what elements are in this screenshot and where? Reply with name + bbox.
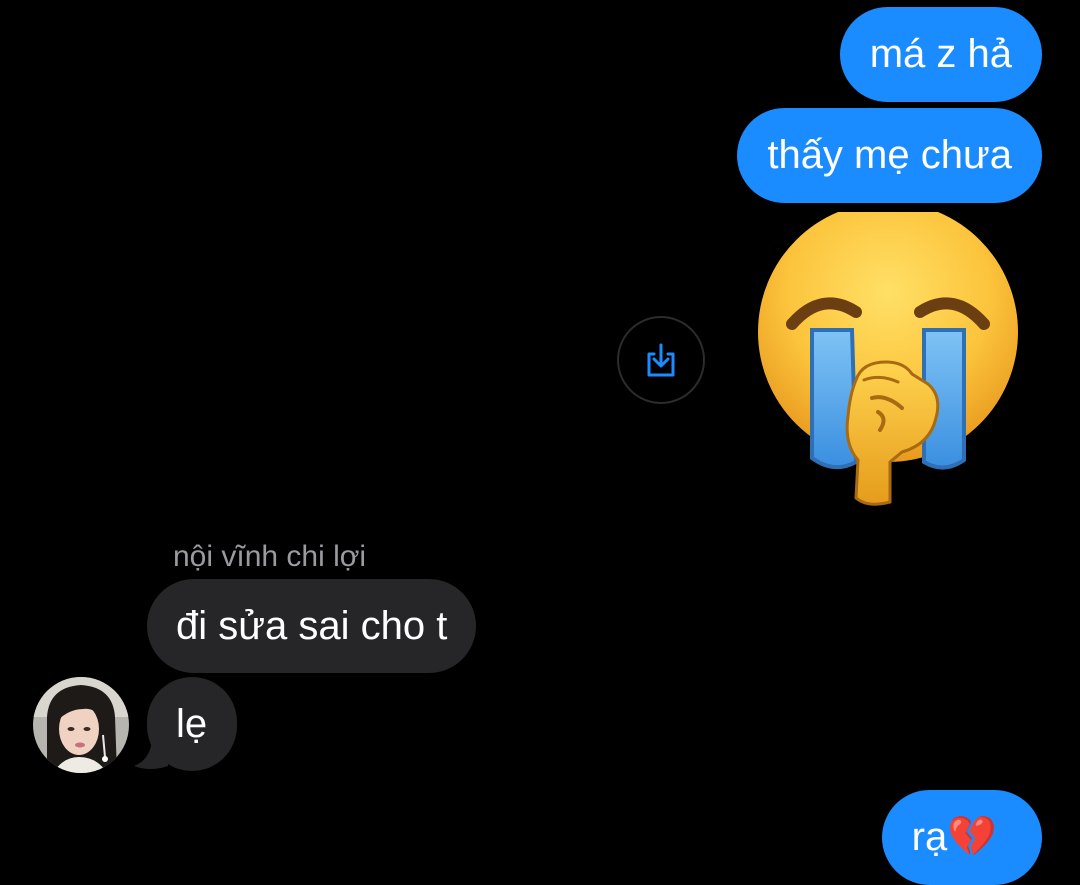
incoming-message[interactable]: lẹ [147, 677, 238, 771]
sender-name: nội vĩnh chi lợi [173, 540, 367, 573]
save-sticker-button[interactable] [617, 316, 705, 404]
outgoing-message[interactable]: thấy mẹ chưa [737, 108, 1042, 203]
outgoing-sticker[interactable] [752, 202, 1024, 508]
outgoing-message[interactable]: rạ💔 [881, 790, 1042, 885]
sender-avatar[interactable] [33, 677, 129, 773]
crying-face-with-fist-icon [758, 202, 1018, 506]
avatar-photo [33, 677, 129, 773]
chat-thread: má z hả thấy mẹ chưa nội vĩnh chi lợi đi… [0, 0, 1080, 885]
incoming-message[interactable]: đi sửa sai cho t [147, 579, 477, 673]
save-to-device-icon [647, 343, 675, 377]
outgoing-message[interactable]: má z hả [839, 7, 1042, 102]
